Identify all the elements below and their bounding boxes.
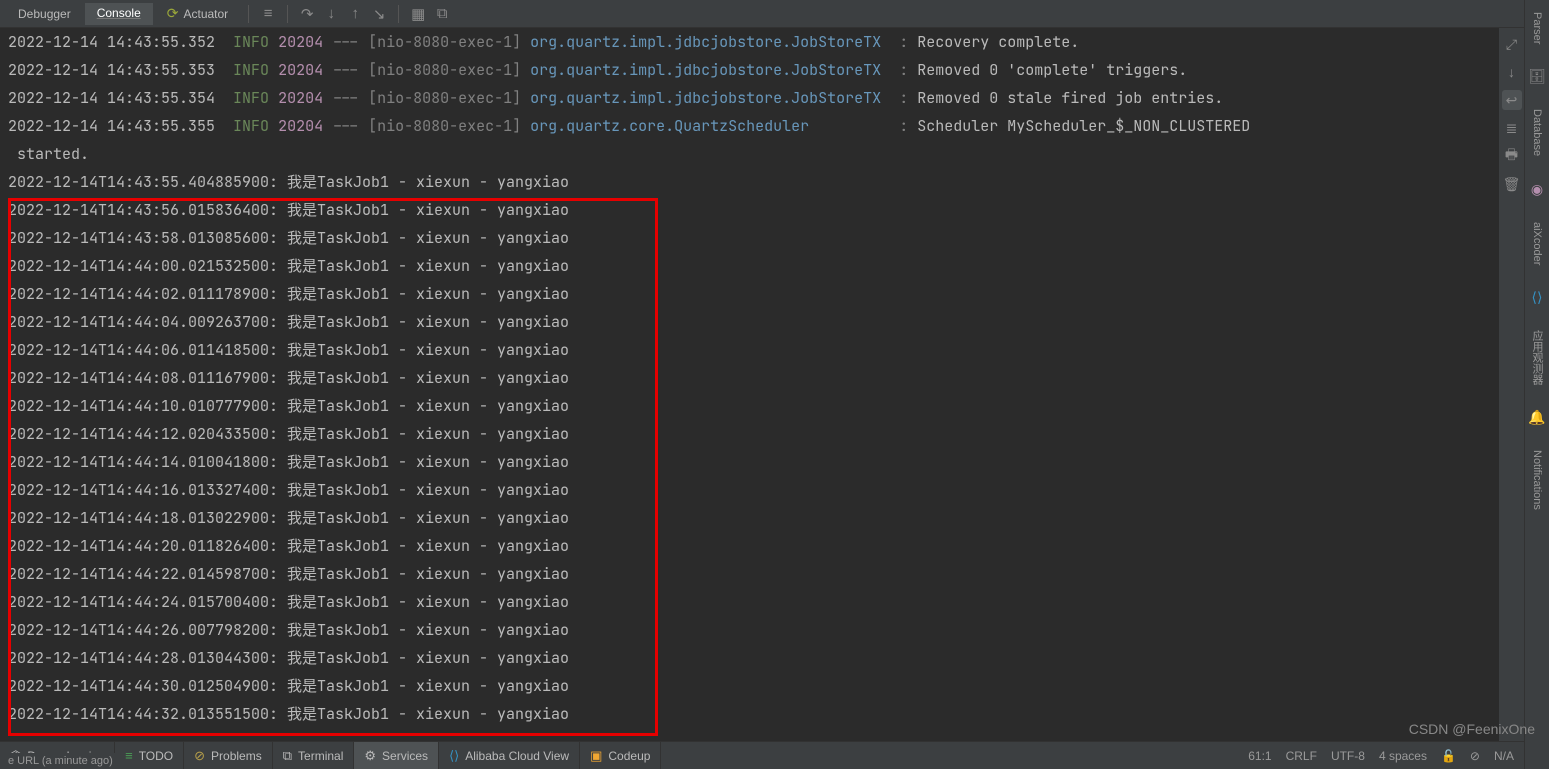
- actuator-icon: ⟳: [167, 5, 179, 22]
- stdout-line: 2022-12-14T14:44:30.012504900: 我是TaskJob…: [8, 672, 1499, 700]
- vtab-parser[interactable]: Parser: [1531, 6, 1543, 50]
- separator: [248, 5, 249, 23]
- stdout-line: 2022-12-14T14:44:24.015700400: 我是TaskJob…: [8, 588, 1499, 616]
- stdout-line: 2022-12-14T14:44:00.021532500: 我是TaskJob…: [8, 252, 1499, 280]
- stdout-line: 2022-12-14T14:44:04.009263700: 我是TaskJob…: [8, 308, 1499, 336]
- stdout-line: 2022-12-14T14:43:58.013085600: 我是TaskJob…: [8, 224, 1499, 252]
- separator: [287, 5, 288, 23]
- app-viewer-icon[interactable]: ⟨⟩: [1532, 289, 1543, 306]
- tab-console[interactable]: Console: [85, 3, 153, 25]
- indent[interactable]: 4 spaces: [1379, 749, 1427, 763]
- btab-alibaba-label: Alibaba Cloud View: [465, 749, 569, 763]
- scroll-down-icon[interactable]: ↓: [1502, 62, 1522, 82]
- print-icon[interactable]: 🖶: [1502, 146, 1522, 166]
- bottom-toolbar: ⌬ Dependencies ≡ TODO ⊘ Problems ⧉ Termi…: [0, 741, 1524, 769]
- terminal-icon: ⧉: [283, 748, 292, 764]
- run-to-cursor-icon[interactable]: ↘: [368, 3, 390, 25]
- frames-icon[interactable]: ⧉: [431, 3, 453, 25]
- btab-terminal-label: Terminal: [298, 749, 343, 763]
- vtab-database[interactable]: Database: [1531, 103, 1543, 162]
- url-hint: e URL (a minute ago): [0, 753, 121, 769]
- console-output[interactable]: 2022-12-14 14:43:55.352 INFO 20204 --- […: [0, 28, 1499, 741]
- lock-icon[interactable]: 🔓: [1441, 749, 1456, 763]
- console-top-toolbar: Debugger Console ⟳ Actuator ≡ ↷ ↓ ↑ ↘ ▦ …: [0, 0, 1549, 28]
- stdout-line: 2022-12-14T14:44:22.014598700: 我是TaskJob…: [8, 560, 1499, 588]
- log-line: 2022-12-14 14:43:55.355 INFO 20204 --- […: [8, 112, 1499, 140]
- problems-icon: ⊘: [194, 748, 205, 764]
- trash-icon[interactable]: 🗑: [1502, 174, 1522, 194]
- stdout-line: 2022-12-14T14:44:14.010041800: 我是TaskJob…: [8, 448, 1499, 476]
- tab-debugger[interactable]: Debugger: [6, 4, 83, 24]
- btab-alibaba[interactable]: ⟨⟩ Alibaba Cloud View: [439, 742, 580, 769]
- log-line-continuation: started.: [8, 140, 1499, 168]
- step-into-icon[interactable]: ↓: [320, 3, 342, 25]
- encoding[interactable]: UTF-8: [1331, 749, 1365, 763]
- btab-terminal[interactable]: ⧉ Terminal: [273, 742, 355, 769]
- todo-icon: ≡: [125, 748, 133, 763]
- calculator-icon[interactable]: ▦: [407, 3, 429, 25]
- log-line: 2022-12-14 14:43:55.352 INFO 20204 --- […: [8, 28, 1499, 56]
- codeup-icon: ▣: [590, 748, 602, 764]
- na[interactable]: N/A: [1494, 749, 1514, 763]
- step-out-icon[interactable]: ↑: [344, 3, 366, 25]
- stdout-line: 2022-12-14T14:43:55.404885900: 我是TaskJob…: [8, 168, 1499, 196]
- stdout-line: 2022-12-14T14:44:18.013022900: 我是TaskJob…: [8, 504, 1499, 532]
- separator: [398, 5, 399, 23]
- tab-actuator[interactable]: ⟳ Actuator: [155, 2, 240, 25]
- services-icon: ⚙: [364, 748, 376, 764]
- log-line: 2022-12-14 14:43:55.353 INFO 20204 --- […: [8, 56, 1499, 84]
- eol[interactable]: CRLF: [1286, 749, 1317, 763]
- restore-layout-icon[interactable]: ⤢: [1502, 34, 1522, 54]
- stdout-line: 2022-12-14T14:44:16.013327400: 我是TaskJob…: [8, 476, 1499, 504]
- stdout-line: 2022-12-14T14:44:02.011178900: 我是TaskJob…: [8, 280, 1499, 308]
- btab-codeup-label: Codeup: [608, 749, 650, 763]
- btab-services-label: Services: [382, 749, 428, 763]
- stdout-line: 2022-12-14T14:44:06.011418500: 我是TaskJob…: [8, 336, 1499, 364]
- aixcoder-icon[interactable]: ◉: [1531, 181, 1543, 198]
- bell-icon[interactable]: 🔔: [1528, 409, 1545, 426]
- list-icon[interactable]: ≡: [257, 3, 279, 25]
- right-gutter: ⤢ ↓ ↩ ≣ 🖶 🗑: [1499, 28, 1524, 741]
- status-bar: 61:1 CRLF UTF-8 4 spaces 🔓 ⊘ N/A: [1238, 749, 1524, 763]
- log-line: 2022-12-14 14:43:55.354 INFO 20204 --- […: [8, 84, 1499, 112]
- branch-icon: ⊘: [1470, 749, 1480, 763]
- stdout-line: 2022-12-14T14:44:28.013044300: 我是TaskJob…: [8, 644, 1499, 672]
- stdout-line: 2022-12-14T14:43:56.015836400: 我是TaskJob…: [8, 196, 1499, 224]
- vtab-appviewer[interactable]: 应用观测器: [1529, 324, 1545, 391]
- database-icon[interactable]: 🗄: [1528, 68, 1546, 85]
- settings-list-icon[interactable]: ≣: [1502, 118, 1522, 138]
- soft-wrap-icon[interactable]: ↩: [1502, 90, 1522, 110]
- alibaba-icon: ⟨⟩: [449, 748, 459, 764]
- right-tool-strip: Parser 🗄 Database ◉ aiXcoder ⟨⟩ 应用观测器 🔔 …: [1524, 0, 1549, 769]
- btab-problems-label: Problems: [211, 749, 262, 763]
- watermark: CSDN @FeenixOne: [1409, 721, 1535, 737]
- vtab-notifications[interactable]: Notifications: [1531, 444, 1543, 516]
- btab-todo-label: TODO: [139, 749, 173, 763]
- stdout-line: 2022-12-14T14:44:12.020433500: 我是TaskJob…: [8, 420, 1499, 448]
- btab-todo[interactable]: ≡ TODO: [115, 742, 184, 769]
- vtab-aixcoder[interactable]: aiXcoder: [1531, 216, 1543, 271]
- step-over-icon[interactable]: ↷: [296, 3, 318, 25]
- caret-pos[interactable]: 61:1: [1248, 749, 1271, 763]
- stdout-line: 2022-12-14T14:44:32.013551500: 我是TaskJob…: [8, 700, 1499, 728]
- tab-actuator-label: Actuator: [183, 7, 228, 21]
- btab-problems[interactable]: ⊘ Problems: [184, 742, 273, 769]
- stdout-line: 2022-12-14T14:44:08.011167900: 我是TaskJob…: [8, 364, 1499, 392]
- stdout-line: 2022-12-14T14:44:26.007798200: 我是TaskJob…: [8, 616, 1499, 644]
- btab-codeup[interactable]: ▣ Codeup: [580, 742, 661, 769]
- stdout-line: 2022-12-14T14:44:20.011826400: 我是TaskJob…: [8, 532, 1499, 560]
- btab-services[interactable]: ⚙ Services: [354, 742, 439, 769]
- stdout-line: 2022-12-14T14:44:10.010777900: 我是TaskJob…: [8, 392, 1499, 420]
